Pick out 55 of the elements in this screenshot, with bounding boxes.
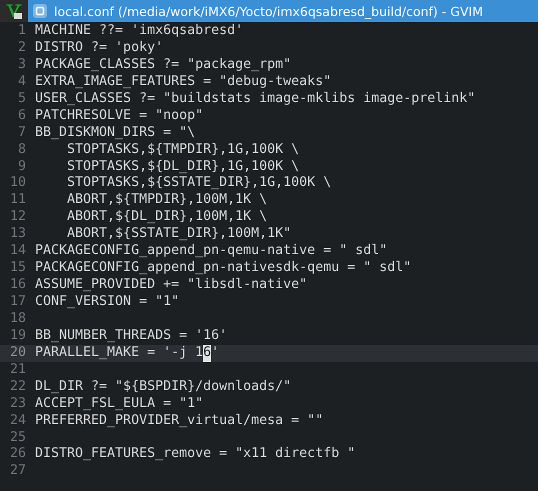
code-line: ABORT,${DL_DIR},100M,1K \ xyxy=(66,209,268,226)
code-line: PACKAGECONFIG_append_pn-nativesdk-qemu = " sdl" xyxy=(35,260,412,278)
line-number: 2 xyxy=(16,40,27,57)
code-line: MACHINE ??= 'imx6qsabresd' xyxy=(35,23,244,40)
line-number: 21 xyxy=(8,362,27,379)
code-line: STOPTASKS,${SSTATE_DIR},1G,100K \ xyxy=(66,175,332,192)
window-title: local.conf (/media/work/iMX6/Yocto/imx6qsabresd_build/conf) - GVIM xyxy=(54,4,483,18)
code-line: BB_NUMBER_THREADS = '16' xyxy=(35,328,228,345)
code-line: CONF_VERSION = "1" xyxy=(35,294,180,311)
line-number: 10 xyxy=(8,175,27,192)
line-number: 11 xyxy=(8,192,27,210)
line-number: 26 xyxy=(8,446,27,464)
line-number: 5 xyxy=(16,90,27,108)
line-number: 6 xyxy=(16,108,27,125)
line-number: 18 xyxy=(8,310,27,328)
code-line: ABORT,${SSTATE_DIR},100M,1K" xyxy=(66,226,292,244)
line-number: 20 xyxy=(8,344,27,362)
text-cursor: 6 xyxy=(203,344,212,362)
window-menu-icon[interactable] xyxy=(32,3,48,19)
vim-logo-icon xyxy=(5,2,23,20)
code-line: STOPTASKS,${TMPDIR},1G,100K \ xyxy=(66,142,300,158)
line-number: 4 xyxy=(16,74,27,91)
code-line: USER_CLASSES ?= "buildstats image-mklibs image-prelink" xyxy=(35,90,476,108)
code-text: ' xyxy=(211,344,220,362)
code-line: PREFERRED_PROVIDER_virtual/mesa = "" xyxy=(35,412,324,430)
line-number: 23 xyxy=(8,396,27,413)
line-number: 19 xyxy=(8,328,27,345)
line-number: 27 xyxy=(8,463,27,480)
line-number: 7 xyxy=(16,124,27,142)
code-line: STOPTASKS,${DL_DIR},1G,100K \ xyxy=(66,158,300,176)
code-line: DISTRO ?= 'poky' xyxy=(35,40,164,57)
line-number: 12 xyxy=(8,209,27,226)
code-line: DL_DIR ?= "${BSPDIR}/downloads/" xyxy=(35,378,292,396)
line-number: 8 xyxy=(16,142,27,158)
line-number: 17 xyxy=(8,294,27,311)
code-line: ASSUME_PROVIDED += "libsdl-native" xyxy=(35,277,308,294)
line-number: 9 xyxy=(16,158,27,176)
line-number: 3 xyxy=(16,56,27,74)
code-line: DISTRO_FEATURES_remove = "x11 directfb " xyxy=(35,446,356,464)
code-line: ABORT,${TMPDIR},100M,1K \ xyxy=(66,192,268,210)
code-line: BB_DISKMON_DIRS = "\ xyxy=(35,124,196,142)
line-number: 13 xyxy=(8,226,27,244)
code-line: PACKAGECONFIG_append_pn-qemu-native = " sdl" xyxy=(35,243,388,260)
line-number: 1 xyxy=(16,23,27,40)
line-number: 24 xyxy=(8,412,27,430)
line-number: 22 xyxy=(8,378,27,396)
code-line: EXTRA_IMAGE_FEATURES = "debug-tweaks" xyxy=(35,74,332,91)
code-line: PATCHRESOLVE = "noop" xyxy=(35,108,204,125)
line-number: 16 xyxy=(8,277,27,294)
code-line: PACKAGE_CLASSES ?= "package_rpm" xyxy=(35,56,292,74)
line-number: 14 xyxy=(8,243,27,260)
code-line: ACCEPT_FSL_EULA = "1" xyxy=(35,396,204,413)
line-number: 15 xyxy=(8,260,27,278)
code-line: PARALLEL_MAKE = '-j 1 xyxy=(35,344,204,362)
line-number: 25 xyxy=(8,430,27,446)
